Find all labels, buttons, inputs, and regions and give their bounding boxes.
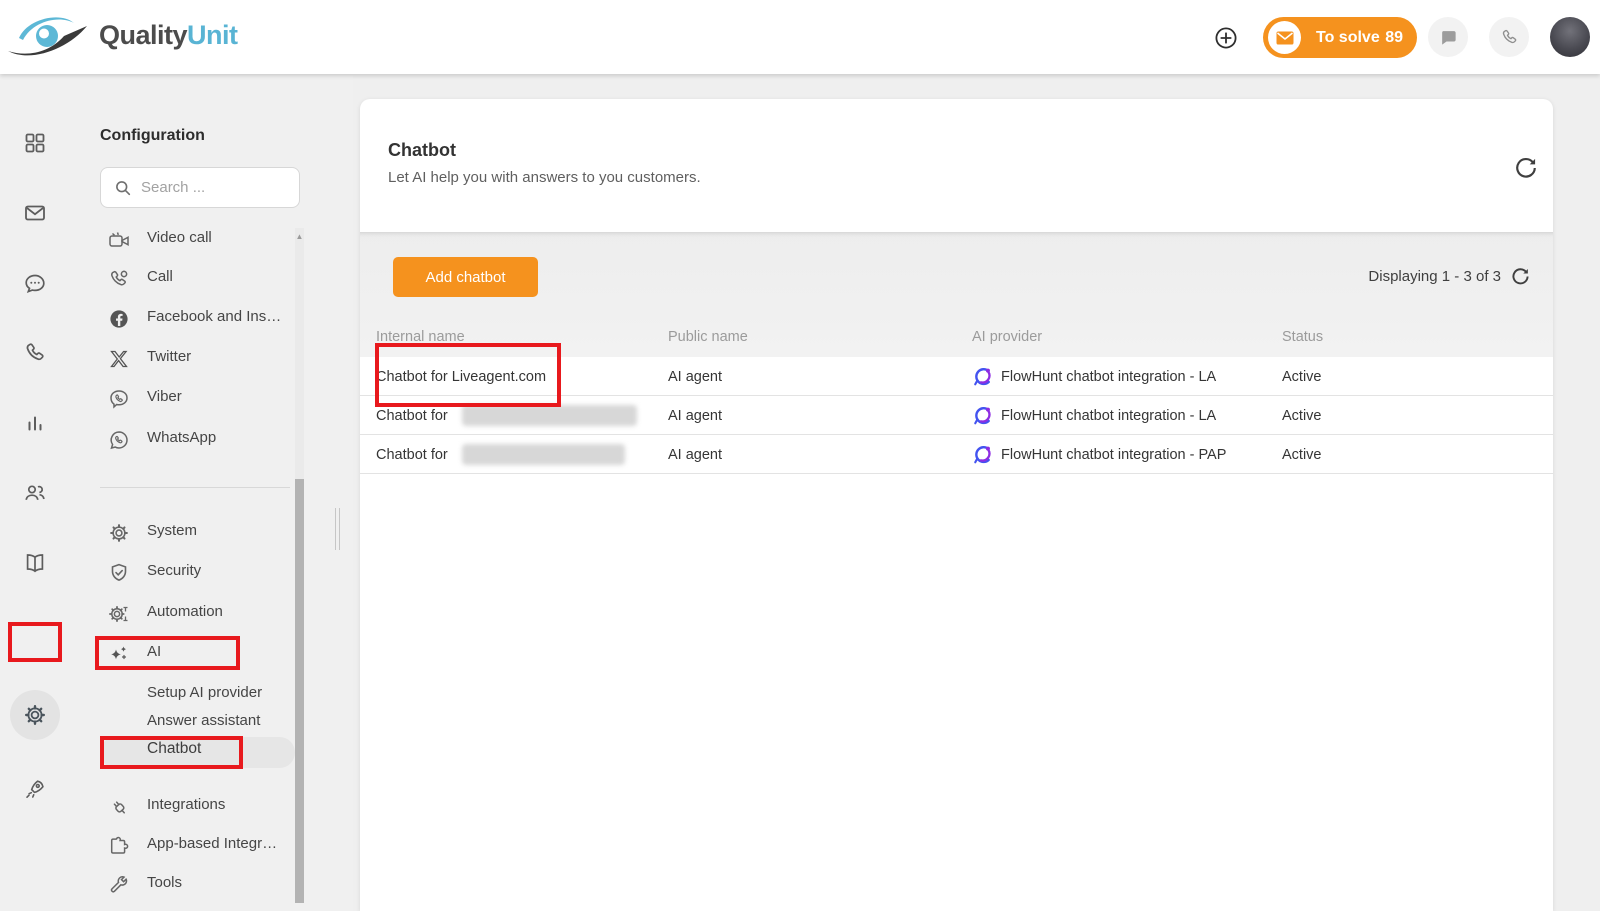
sidebar-item-chatbot[interactable]: Chatbot <box>75 736 295 766</box>
dashboard-grid-icon[interactable] <box>23 131 47 155</box>
knowledge-book-icon[interactable] <box>23 551 47 575</box>
search-icon <box>114 179 132 197</box>
sidebar-item-whatsapp[interactable]: WhatsApp <box>75 425 295 455</box>
sidebar-menu: Video call Call Facebook and Ins… <box>75 226 315 903</box>
settings-gear-icon[interactable] <box>23 703 47 727</box>
to-solve-label: To solve <box>1316 29 1380 47</box>
cell-public-name: AI agent <box>668 396 722 435</box>
sidebar-item-integrations[interactable]: Integrations <box>75 792 295 822</box>
cell-internal-name: Chatbot for <box>376 396 637 435</box>
puzzle-icon <box>108 835 130 857</box>
flowhunt-icon <box>972 405 993 426</box>
sidebar-item-setup-ai-provider[interactable]: Setup AI provider <box>75 680 295 710</box>
cell-status: Active <box>1282 396 1322 435</box>
cell-internal-name: Chatbot for <box>376 435 625 474</box>
sidebar-item-twitter[interactable]: Twitter <box>75 344 295 374</box>
topbar: QualityUnit To solve 89 <box>0 0 1600 74</box>
sidebar-item-system[interactable]: System <box>75 518 295 548</box>
sidebar-item-call[interactable]: Call <box>75 264 295 294</box>
sidebar-item-ai[interactable]: AI <box>75 639 295 669</box>
to-solve-button[interactable]: To solve 89 <box>1263 17 1417 58</box>
search-input[interactable] <box>141 179 281 196</box>
scrollbar-up-arrow[interactable]: ▲ <box>295 232 304 241</box>
page-title: Chatbot <box>388 140 456 161</box>
brand-unit: Unit <box>187 20 237 50</box>
brand-name[interactable]: QualityUnit <box>99 20 238 51</box>
facebook-icon <box>108 308 130 330</box>
icon-rail <box>0 74 75 911</box>
envelope-icon <box>1268 21 1301 54</box>
cell-public-name: AI agent <box>668 357 722 396</box>
call-gear-icon <box>108 268 130 290</box>
customers-icon[interactable] <box>23 481 47 505</box>
sidebar-search[interactable] <box>100 167 300 208</box>
column-header-internal-name[interactable]: Internal name <box>376 318 465 357</box>
plug-icon <box>108 796 130 818</box>
to-solve-count: 89 <box>1385 29 1403 47</box>
video-call-icon <box>108 229 130 251</box>
twitter-x-icon <box>108 348 130 370</box>
phone-rail-icon[interactable] <box>23 341 47 365</box>
start-call-button[interactable] <box>1489 17 1529 57</box>
sidebar-resize-handle[interactable] <box>334 508 341 550</box>
sparkles-icon <box>108 643 130 665</box>
bar-chart-icon[interactable] <box>23 411 47 435</box>
message-square-icon <box>1439 28 1458 47</box>
shield-check-icon <box>108 562 130 584</box>
cell-public-name: AI agent <box>668 435 722 474</box>
table-row[interactable]: Chatbot for Liveagent.com AI agent FlowH… <box>360 357 1553 396</box>
start-chat-button[interactable] <box>1428 17 1468 57</box>
menu-divider <box>100 487 290 488</box>
add-chatbot-button[interactable]: Add chatbot <box>393 257 538 297</box>
automation-gear-icon <box>108 603 130 625</box>
sidebar-item-facebook[interactable]: Facebook and Ins… <box>75 304 295 334</box>
cell-status: Active <box>1282 435 1322 474</box>
sidebar-item-app-based-integrations[interactable]: App-based Integr… <box>75 831 295 861</box>
list-refresh-icon[interactable] <box>1510 266 1531 287</box>
mail-icon[interactable] <box>23 201 47 225</box>
liveagent-configuration-screen: QualityUnit To solve 89 <box>0 0 1600 911</box>
sidebar-item-answer-assistant[interactable]: Answer assistant <box>75 708 295 738</box>
viber-icon <box>108 388 130 410</box>
page-subtitle: Let AI help you with answers to you cust… <box>388 169 701 186</box>
sidebar-item-viber[interactable]: Viber <box>75 384 295 414</box>
flowhunt-icon <box>972 366 993 387</box>
chat-bubble-icon[interactable] <box>23 271 47 295</box>
refresh-icon[interactable] <box>1513 155 1539 181</box>
sidebar-item-video-call[interactable]: Video call <box>75 226 295 255</box>
displaying-count: Displaying 1 - 3 of 3 <box>1368 268 1501 285</box>
wrench-icon <box>108 874 130 896</box>
sidebar-item-automation[interactable]: Automation <box>75 599 295 629</box>
cell-ai-provider: FlowHunt chatbot integration - PAP <box>972 435 1226 474</box>
configuration-sidebar: Configuration Video call Call <box>75 74 353 911</box>
sidebar-item-security[interactable]: Security <box>75 558 295 588</box>
column-header-status[interactable]: Status <box>1282 318 1323 357</box>
sidebar-item-tools[interactable]: Tools <box>75 870 295 900</box>
chatbot-panel: Chatbot Let AI help you with answers to … <box>360 99 1553 911</box>
cell-ai-provider: FlowHunt chatbot integration - LA <box>972 357 1216 396</box>
whatsapp-icon <box>108 429 130 451</box>
qualityunit-logo-icon[interactable] <box>6 9 92 63</box>
brand-quality: Quality <box>99 20 187 50</box>
flowhunt-icon <box>972 444 993 465</box>
table-row[interactable]: Chatbot for AI agent FlowHunt chatbot in… <box>360 435 1553 474</box>
sidebar-scrollbar-thumb[interactable] <box>295 479 304 903</box>
redacted-text <box>462 444 625 465</box>
redacted-text <box>462 405 637 426</box>
column-header-public-name[interactable]: Public name <box>668 318 748 357</box>
gear-icon <box>108 522 130 544</box>
user-avatar[interactable] <box>1550 17 1590 57</box>
create-new-plus-icon[interactable] <box>1214 26 1238 50</box>
column-header-ai-provider[interactable]: AI provider <box>972 318 1042 357</box>
sidebar-title: Configuration <box>100 127 205 145</box>
cell-internal-name: Chatbot for Liveagent.com <box>376 357 546 396</box>
cell-status: Active <box>1282 357 1322 396</box>
phone-icon <box>1500 28 1519 47</box>
cell-ai-provider: FlowHunt chatbot integration - LA <box>972 396 1216 435</box>
rocket-icon[interactable] <box>23 777 47 801</box>
table-row[interactable]: Chatbot for AI agent FlowHunt chatbot in… <box>360 396 1553 435</box>
